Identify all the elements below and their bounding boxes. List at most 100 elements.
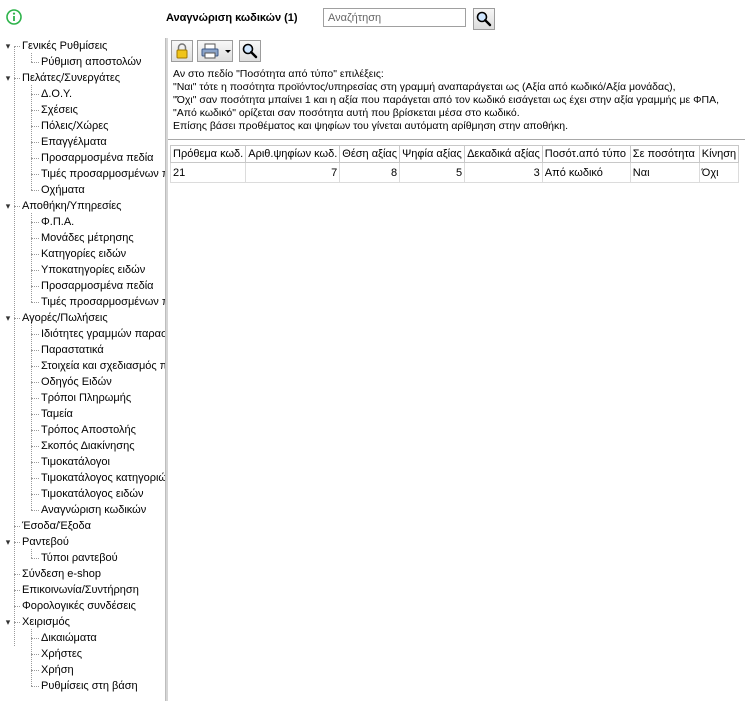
find-button[interactable] bbox=[239, 40, 261, 62]
expand-toggle-icon[interactable]: ▾ bbox=[3, 198, 13, 214]
tree-item[interactable]: Δικαιώματα bbox=[41, 630, 97, 646]
settings-tree: ▾ Γενικές Ρυθμίσεις Ρύθμιση αποστολών ▾ Πελά… bbox=[0, 38, 165, 701]
lock-icon bbox=[176, 43, 188, 59]
tree-item[interactable]: Τιμοκατάλογοι bbox=[41, 454, 110, 470]
cell-prefix[interactable]: 21 bbox=[169, 162, 247, 183]
tree-item[interactable]: Χρήστες bbox=[41, 646, 82, 662]
tree-item[interactable]: Προσαρμοσμένα πεδία bbox=[41, 278, 154, 294]
tree-connector bbox=[31, 62, 39, 63]
tree-connector bbox=[31, 302, 39, 303]
tree-item[interactable]: Τρόποι Πληρωμής bbox=[41, 390, 131, 406]
tree-item[interactable]: Σχέσεις bbox=[41, 102, 78, 118]
tree-connector bbox=[31, 213, 32, 302]
tree-item[interactable]: Κατηγορίες ειδών bbox=[41, 246, 126, 262]
tree-group[interactable]: Επικοινωνία/Συντήρηση bbox=[22, 582, 139, 598]
tree-item[interactable]: Ταμεία bbox=[41, 406, 73, 422]
expand-toggle-icon[interactable]: ▾ bbox=[3, 70, 13, 86]
help-line: "Ναι" τότε η ποσότητα προϊόντος/υπηρεσία… bbox=[173, 81, 676, 93]
column-header[interactable]: Κίνηση bbox=[698, 145, 740, 163]
tree-item[interactable]: Ιδιότητες γραμμών παρασ bbox=[41, 326, 165, 342]
tree-item[interactable]: Στοιχεία και σχεδιασμός π bbox=[41, 358, 165, 374]
tree-item[interactable]: Τύποι ραντεβού bbox=[41, 550, 118, 566]
divider bbox=[168, 139, 745, 140]
tree-connector bbox=[31, 549, 32, 558]
tree-item[interactable]: Τιμές προσαρμοσμένων π bbox=[41, 294, 165, 310]
search-icon bbox=[242, 43, 258, 59]
tree-item[interactable]: Οχήματα bbox=[41, 182, 85, 198]
tree-connector bbox=[31, 686, 39, 687]
tree-group[interactable]: Σύνδεση e-shop bbox=[22, 566, 101, 582]
search-button[interactable] bbox=[473, 8, 495, 30]
tree-connector bbox=[31, 110, 39, 111]
cell-value-decimals[interactable]: 3 bbox=[464, 162, 543, 183]
tree-connector bbox=[31, 446, 39, 447]
tree-item[interactable]: Χρήση bbox=[41, 662, 74, 678]
table-header-row: Πρόθεμα κωδ. Αριθ.ψηφίων κωδ. Θέση αξίας… bbox=[169, 145, 740, 163]
tree-item[interactable]: Δ.Ο.Υ. bbox=[41, 86, 72, 102]
tree-connector bbox=[31, 190, 39, 191]
tree-connector bbox=[31, 670, 39, 671]
tree-connector bbox=[31, 158, 39, 159]
expand-toggle-icon[interactable]: ▾ bbox=[3, 534, 13, 550]
tree-item[interactable]: Ρυθμίσεις στη βάση bbox=[41, 678, 138, 694]
tree-item[interactable]: Οδηγός Ειδών bbox=[41, 374, 112, 390]
tree-connector bbox=[31, 430, 39, 431]
tree-group[interactable]: Ραντεβού bbox=[22, 534, 69, 550]
column-header[interactable]: Σε ποσότητα bbox=[629, 145, 700, 163]
cell-value-position[interactable]: 8 bbox=[339, 162, 401, 183]
column-header[interactable]: Δεκαδικά αξίας bbox=[464, 145, 543, 163]
tree-group[interactable]: Αγορές/Πωλήσεις bbox=[22, 310, 108, 326]
tree-group[interactable]: Αποθήκη/Υπηρεσίες bbox=[22, 198, 121, 214]
help-line: Επίσης βάσει προθέματος και ψηφίων του γ… bbox=[173, 120, 569, 132]
tree-group[interactable]: Πελάτες/Συνεργάτες bbox=[22, 70, 120, 86]
tree-group[interactable]: Χειρισμός bbox=[22, 614, 70, 630]
column-header[interactable]: Πρόθεμα κωδ. bbox=[169, 145, 247, 163]
cell-quantity-from-type[interactable]: Από κωδικό bbox=[541, 162, 631, 183]
column-header[interactable]: Ποσότ.από τύπο bbox=[541, 145, 631, 163]
tree-connector bbox=[31, 238, 39, 239]
tree-item[interactable]: Πόλεις/Χώρες bbox=[41, 118, 108, 134]
tree-connector bbox=[31, 414, 39, 415]
chevron-down-icon[interactable] bbox=[224, 41, 232, 61]
search-input[interactable] bbox=[323, 8, 466, 27]
cell-movement[interactable]: Όχι bbox=[698, 162, 740, 183]
column-header[interactable]: Αριθ.ψηφίων κωδ. bbox=[245, 145, 341, 163]
tree-group[interactable]: Φορολογικές συνδέσεις bbox=[22, 598, 136, 614]
tree-connector bbox=[31, 53, 32, 62]
cell-code-digits[interactable]: 7 bbox=[245, 162, 341, 183]
print-button[interactable] bbox=[197, 40, 233, 62]
tree-connector bbox=[31, 654, 39, 655]
tree-item[interactable]: Τρόπος Αποστολής bbox=[41, 422, 136, 438]
table-row[interactable]: 21 7 8 5 3 Από κωδικό Ναι Όχι bbox=[169, 162, 740, 183]
tree-connector bbox=[31, 558, 39, 559]
lock-button[interactable] bbox=[171, 40, 193, 62]
tree-item[interactable]: Μονάδες μέτρησης bbox=[41, 230, 134, 246]
tree-connector bbox=[31, 494, 39, 495]
cell-value-digits[interactable]: 5 bbox=[399, 162, 466, 183]
tree-item[interactable]: Επαγγέλματα bbox=[41, 134, 107, 150]
tree-item[interactable]: Αναγνώριση κωδικών bbox=[41, 502, 146, 518]
column-header[interactable]: Ψηφία αξίας bbox=[399, 145, 466, 163]
tree-item[interactable]: Ρύθμιση αποστολών bbox=[41, 54, 141, 70]
tree-item[interactable]: Προσαρμοσμένα πεδία bbox=[41, 150, 154, 166]
tree-item[interactable]: Σκοπός Διακίνησης bbox=[41, 438, 135, 454]
tree-item[interactable]: Παραστατικά bbox=[41, 342, 104, 358]
expand-toggle-icon[interactable]: ▾ bbox=[3, 38, 13, 54]
expand-toggle-icon[interactable]: ▾ bbox=[3, 310, 13, 326]
tree-item[interactable]: Υποκατηγορίες ειδών bbox=[41, 262, 145, 278]
cell-in-quantity[interactable]: Ναι bbox=[629, 162, 700, 183]
tree-connector bbox=[31, 325, 32, 510]
tree-group[interactable]: Έσοδα/Έξοδα bbox=[22, 518, 91, 534]
column-header[interactable]: Θέση αξίας bbox=[339, 145, 401, 163]
top-bar: Αναγνώριση κωδικών (1) bbox=[0, 0, 745, 38]
info-icon[interactable] bbox=[6, 9, 22, 25]
tree-item[interactable]: Τιμοκατάλογος ειδών bbox=[41, 486, 143, 502]
tree-connector bbox=[31, 334, 39, 335]
expand-toggle-icon[interactable]: ▾ bbox=[3, 614, 13, 630]
tree-group[interactable]: Γενικές Ρυθμίσεις bbox=[22, 38, 107, 54]
tree-connector bbox=[31, 382, 39, 383]
tree-item[interactable]: Τιμές προσαρμοσμένων π bbox=[41, 166, 165, 182]
tree-connector bbox=[31, 126, 39, 127]
tree-item[interactable]: Φ.Π.Α. bbox=[41, 214, 74, 230]
tree-item[interactable]: Τιμοκατάλογος κατηγοριώ bbox=[41, 470, 165, 486]
